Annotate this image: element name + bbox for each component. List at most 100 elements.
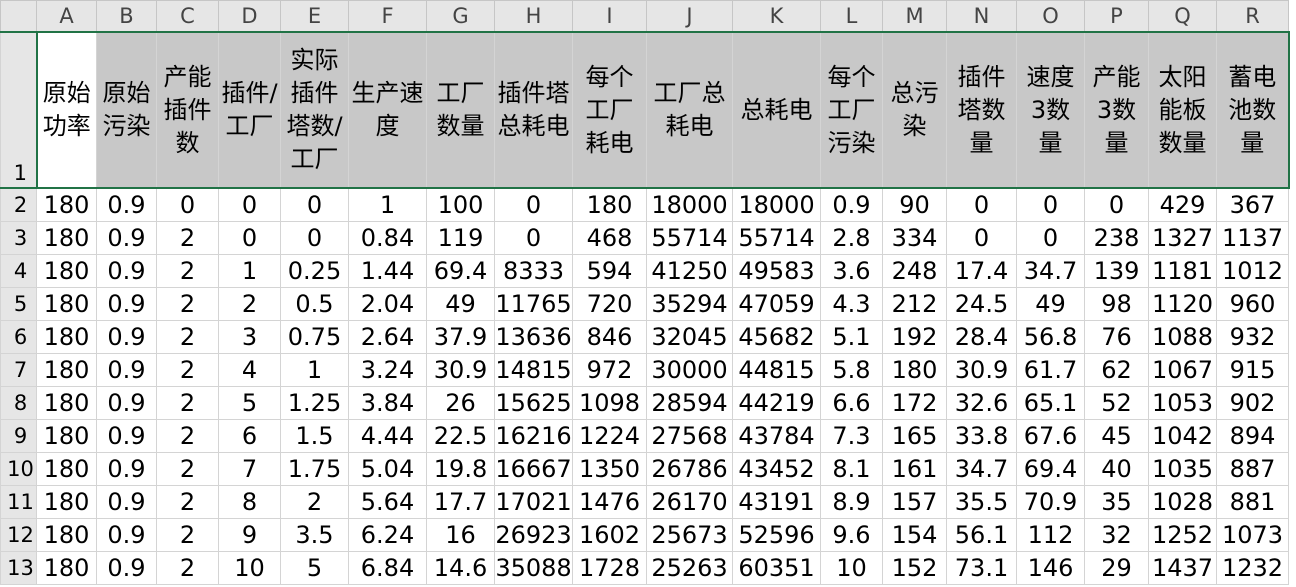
column-header-p[interactable]: P [1084,0,1149,33]
data-cell[interactable]: 49 [426,287,495,321]
data-cell[interactable]: 1232 [1216,551,1289,585]
data-cell[interactable]: 846 [572,320,647,354]
data-cell[interactable]: 180 [882,353,947,387]
data-cell[interactable]: 16216 [494,419,573,453]
data-cell[interactable]: 2 [156,452,219,486]
data-cell[interactable]: 98 [1084,287,1149,321]
data-cell[interactable]: 192 [882,320,947,354]
data-cell[interactable]: 8333 [494,254,573,288]
data-cell[interactable]: 1602 [572,518,647,552]
row-number[interactable]: 4 [0,254,37,288]
data-cell[interactable]: 0.9 [96,287,157,321]
data-cell[interactable]: 1067 [1148,353,1217,387]
data-cell[interactable]: 45 [1084,419,1149,453]
data-cell[interactable]: 18000 [646,187,733,222]
data-cell[interactable]: 29 [1084,551,1149,585]
data-cell[interactable]: 30000 [646,353,733,387]
data-cell[interactable]: 49583 [732,254,821,288]
header-cell[interactable]: 每个工厂耗电 [572,31,647,189]
data-cell[interactable]: 8.9 [820,485,883,519]
data-cell[interactable]: 56.1 [946,518,1017,552]
data-cell[interactable]: 6.24 [348,518,427,552]
column-header-c[interactable]: C [156,0,219,33]
header-cell[interactable]: 太阳能板数量 [1148,31,1217,189]
data-cell[interactable]: 17021 [494,485,573,519]
data-cell[interactable]: 37.9 [426,320,495,354]
data-cell[interactable]: 67.6 [1016,419,1085,453]
header-cell[interactable]: 速度3数量 [1016,31,1085,189]
data-cell[interactable]: 1476 [572,485,647,519]
data-cell[interactable]: 13636 [494,320,573,354]
data-cell[interactable]: 16 [426,518,495,552]
data-cell[interactable]: 5.04 [348,452,427,486]
data-cell[interactable]: 5.8 [820,353,883,387]
data-cell[interactable]: 27568 [646,419,733,453]
data-cell[interactable]: 180 [36,485,97,519]
data-cell[interactable]: 9.6 [820,518,883,552]
data-cell[interactable]: 4.44 [348,419,427,453]
data-cell[interactable]: 0.9 [96,221,157,255]
column-header-m[interactable]: M [882,0,947,33]
row-number[interactable]: 9 [0,419,37,453]
header-cell[interactable]: 插件塔数量 [946,31,1017,189]
data-cell[interactable]: 18000 [732,187,821,222]
data-cell[interactable]: 1.75 [280,452,349,486]
data-cell[interactable]: 1437 [1148,551,1217,585]
data-cell[interactable]: 0 [280,187,349,222]
header-cell[interactable]: 原始污染 [96,31,157,189]
data-cell[interactable]: 161 [882,452,947,486]
data-cell[interactable]: 47059 [732,287,821,321]
data-cell[interactable]: 25673 [646,518,733,552]
data-cell[interactable]: 180 [36,320,97,354]
data-cell[interactable]: 3.24 [348,353,427,387]
data-cell[interactable]: 26786 [646,452,733,486]
data-cell[interactable]: 24.5 [946,287,1017,321]
data-cell[interactable]: 44219 [732,386,821,420]
header-cell[interactable]: 工厂总耗电 [646,31,733,189]
select-all-corner[interactable] [0,0,37,33]
data-cell[interactable]: 1224 [572,419,647,453]
data-cell[interactable]: 112 [1016,518,1085,552]
data-cell[interactable]: 49 [1016,287,1085,321]
data-cell[interactable]: 0.5 [280,287,349,321]
data-cell[interactable]: 0 [1016,187,1085,222]
data-cell[interactable]: 9 [218,518,281,552]
data-cell[interactable]: 34.7 [946,452,1017,486]
data-cell[interactable]: 0.9 [96,551,157,585]
data-cell[interactable]: 69.4 [426,254,495,288]
data-cell[interactable]: 0.75 [280,320,349,354]
header-cell[interactable]: 生产速度 [348,31,427,189]
data-cell[interactable]: 6.6 [820,386,883,420]
data-cell[interactable]: 2 [156,419,219,453]
data-cell[interactable]: 3 [218,320,281,354]
data-cell[interactable]: 2 [156,551,219,585]
header-cell[interactable]: 产能3数量 [1084,31,1149,189]
data-cell[interactable]: 1728 [572,551,647,585]
data-cell[interactable]: 8.1 [820,452,883,486]
data-cell[interactable]: 1 [280,353,349,387]
row-number[interactable]: 5 [0,287,37,321]
data-cell[interactable]: 0.25 [280,254,349,288]
data-cell[interactable]: 0 [280,221,349,255]
data-cell[interactable]: 1350 [572,452,647,486]
data-cell[interactable]: 2 [156,353,219,387]
header-cell[interactable]: 产能插件数 [156,31,219,189]
data-cell[interactable]: 22.5 [426,419,495,453]
data-cell[interactable]: 5 [280,551,349,585]
data-cell[interactable]: 61.7 [1016,353,1085,387]
data-cell[interactable]: 0 [156,187,219,222]
data-cell[interactable]: 1042 [1148,419,1217,453]
data-cell[interactable]: 0 [494,187,573,222]
data-cell[interactable]: 2 [280,485,349,519]
data-cell[interactable]: 0 [946,221,1017,255]
column-header-h[interactable]: H [494,0,573,33]
header-cell[interactable]: 原始功率 [35,31,97,189]
data-cell[interactable]: 69.4 [1016,452,1085,486]
data-cell[interactable]: 180 [36,254,97,288]
data-cell[interactable]: 334 [882,221,947,255]
data-cell[interactable]: 1098 [572,386,647,420]
data-cell[interactable]: 60351 [732,551,821,585]
row-number[interactable]: 6 [0,320,37,354]
data-cell[interactable]: 0.9 [96,320,157,354]
row-number[interactable]: 13 [0,551,37,585]
